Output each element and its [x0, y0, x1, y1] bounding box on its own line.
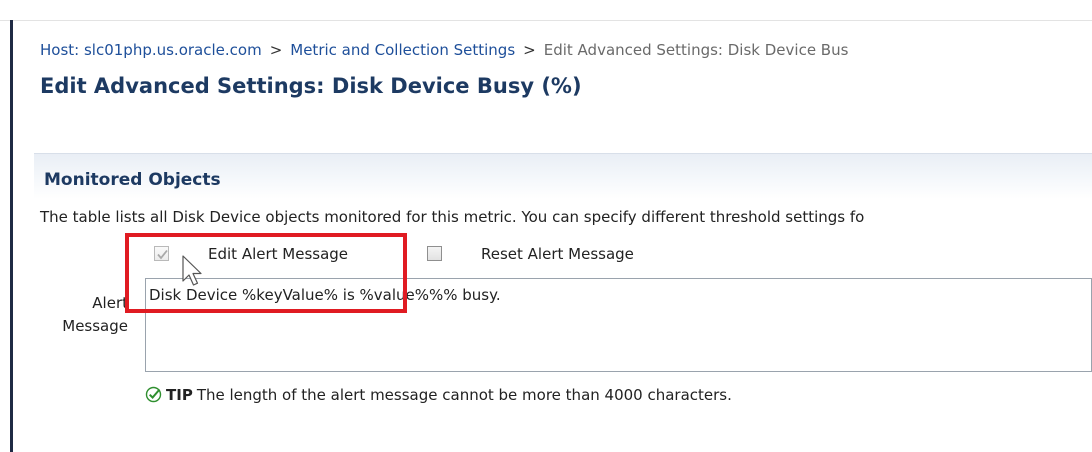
breadcrumb-current: Edit Advanced Settings: Disk Device Bus — [543, 41, 849, 59]
reset-alert-message-label[interactable]: Reset Alert Message — [481, 245, 634, 263]
left-border — [10, 20, 13, 452]
breadcrumb: Host: slc01php.us.oracle.com > Metric and … — [40, 41, 848, 59]
top-bar — [0, 0, 1092, 21]
alert-message-label-line1: Alert — [92, 294, 128, 312]
reset-alert-message-checkbox[interactable] — [427, 246, 442, 261]
alert-message-label: Alert Message — [38, 294, 128, 335]
section-title-monitored-objects: Monitored Objects — [44, 170, 221, 190]
tip-text: The length of the alert message cannot b… — [196, 386, 732, 404]
alert-message-label-line2: Message — [62, 317, 128, 335]
breadcrumb-metric-settings-link[interactable]: Metric and Collection Settings — [290, 41, 515, 59]
page-title: Edit Advanced Settings: Disk Device Busy… — [40, 74, 582, 98]
breadcrumb-separator: > — [523, 41, 536, 59]
tip-label: TIP — [166, 386, 193, 404]
section-description: The table lists all Disk Device objects … — [40, 208, 865, 226]
breadcrumb-separator: > — [269, 41, 283, 59]
annotation-highlight-box — [125, 233, 407, 313]
mouse-pointer-icon — [182, 255, 202, 286]
tip-check-icon — [145, 386, 162, 407]
breadcrumb-host-link[interactable]: Host: slc01php.us.oracle.com — [40, 41, 262, 59]
tip-row: TIP The length of the alert message canno… — [145, 386, 732, 407]
